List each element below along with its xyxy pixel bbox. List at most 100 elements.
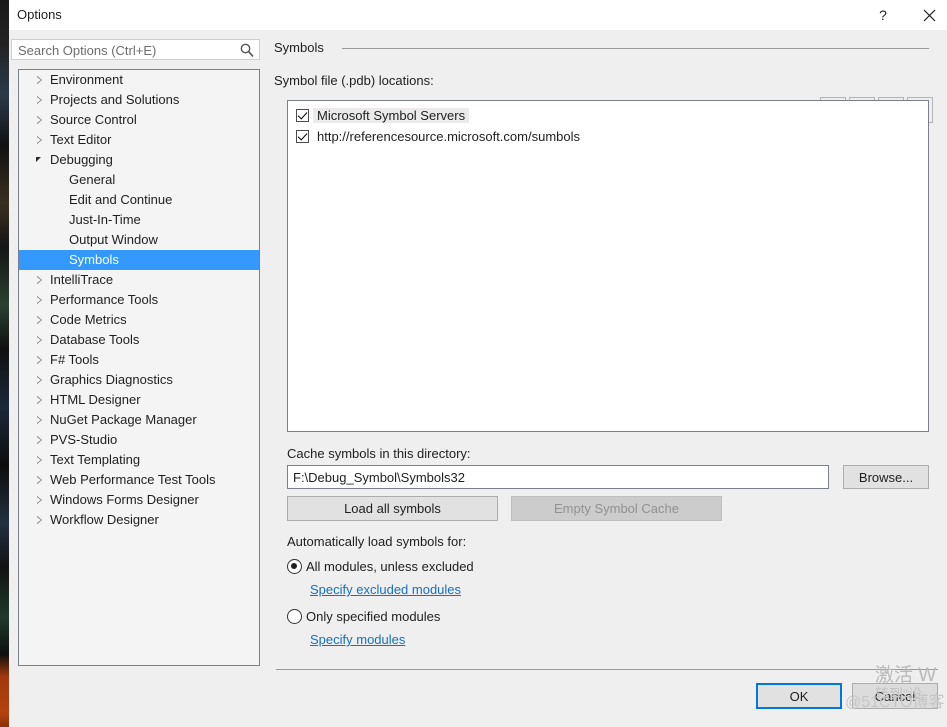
sidebar-item-label: IntelliTrace bbox=[50, 272, 114, 287]
sidebar-item-label: Just-In-Time bbox=[69, 212, 141, 227]
pdb-locations-label: Symbol file (.pdb) locations: bbox=[274, 73, 434, 88]
sidebar-item-label: Output Window bbox=[69, 232, 158, 247]
sidebar-item-label: Performance Tools bbox=[50, 292, 159, 307]
browse-button[interactable]: Browse... bbox=[843, 465, 929, 489]
sidebar-item-label: Web Performance Test Tools bbox=[50, 472, 216, 487]
sidebar-item-label: HTML Designer bbox=[50, 392, 141, 407]
chevron-right-icon[interactable] bbox=[37, 436, 42, 444]
checkbox-icon[interactable] bbox=[296, 109, 309, 122]
autoload-label: Automatically load symbols for: bbox=[287, 534, 467, 549]
sidebar-item-label: Edit and Continue bbox=[69, 192, 173, 207]
checkbox-icon[interactable] bbox=[296, 130, 309, 143]
sidebar-item-source-control[interactable]: Source Control bbox=[19, 110, 259, 130]
sidebar-item-pvs-studio[interactable]: PVS-Studio bbox=[19, 430, 259, 450]
sidebar-item-performance-tools[interactable]: Performance Tools bbox=[19, 290, 259, 310]
sidebar-item-output-window[interactable]: Output Window bbox=[19, 230, 259, 250]
sidebar-item-label: Code Metrics bbox=[50, 312, 127, 327]
specify-modules-link[interactable]: Specify modules bbox=[310, 632, 405, 647]
chevron-right-icon[interactable] bbox=[37, 476, 42, 484]
close-button[interactable] bbox=[906, 0, 947, 30]
specify-excluded-modules-link[interactable]: Specify excluded modules bbox=[310, 582, 461, 597]
sidebar-item-label: Environment bbox=[50, 72, 123, 87]
chevron-right-icon[interactable] bbox=[37, 96, 42, 104]
sidebar-item-text-templating[interactable]: Text Templating bbox=[19, 450, 259, 470]
sidebar-item-label: Text Editor bbox=[50, 132, 112, 147]
page-header: Symbols bbox=[274, 40, 929, 55]
cancel-button[interactable]: Cancel bbox=[852, 683, 938, 709]
search-icon bbox=[240, 43, 254, 57]
sidebar-item-label: Windows Forms Designer bbox=[50, 492, 199, 507]
window-title: Options bbox=[17, 7, 62, 22]
radio-only-specified-label: Only specified modules bbox=[306, 609, 441, 624]
chevron-right-icon[interactable] bbox=[37, 316, 42, 324]
load-all-symbols-button[interactable]: Load all symbols bbox=[287, 496, 498, 521]
sidebar-item-label: General bbox=[69, 172, 116, 187]
chevron-right-icon[interactable] bbox=[37, 356, 42, 364]
chevron-right-icon[interactable] bbox=[37, 496, 42, 504]
symbol-locations-list[interactable]: Microsoft Symbol Servers http://reference… bbox=[287, 100, 929, 432]
radio-only-specified-modules[interactable]: Only specified modules bbox=[287, 609, 440, 624]
sidebar-item-edit-and-continue[interactable]: Edit and Continue bbox=[19, 190, 259, 210]
sidebar-item-general[interactable]: General bbox=[19, 170, 259, 190]
chevron-right-icon[interactable] bbox=[37, 296, 42, 304]
sidebar-item-debugging[interactable]: Debugging bbox=[19, 150, 259, 170]
sidebar-item-code-metrics[interactable]: Code Metrics bbox=[19, 310, 259, 330]
list-item[interactable]: http://referencesource.microsoft.com/sum… bbox=[288, 126, 928, 147]
chevron-right-icon[interactable] bbox=[37, 456, 42, 464]
list-item-label: http://referencesource.microsoft.com/sum… bbox=[317, 129, 580, 144]
chevron-right-icon[interactable] bbox=[37, 136, 42, 144]
sidebar-item-environment[interactable]: Environment bbox=[19, 70, 259, 90]
list-item[interactable]: Microsoft Symbol Servers bbox=[288, 105, 928, 126]
sidebar-item-projects-and-solutions[interactable]: Projects and Solutions bbox=[19, 90, 259, 110]
sidebar-item-text-editor[interactable]: Text Editor bbox=[19, 130, 259, 150]
sidebar-item-label: Graphics Diagnostics bbox=[50, 372, 173, 387]
sidebar-item-label: Projects and Solutions bbox=[50, 92, 180, 107]
radio-all-modules[interactable]: All modules, unless excluded bbox=[287, 559, 474, 574]
sidebar-item-nuget-package-manager[interactable]: NuGet Package Manager bbox=[19, 410, 259, 430]
chevron-right-icon[interactable] bbox=[37, 76, 42, 84]
sidebar-item-symbols[interactable]: Symbols bbox=[19, 250, 259, 270]
sidebar-item-web-performance-test-tools[interactable]: Web Performance Test Tools bbox=[19, 470, 259, 490]
sidebar-item-label: Source Control bbox=[50, 112, 137, 127]
cache-directory-label: Cache symbols in this directory: bbox=[287, 446, 471, 461]
sidebar-item-html-designer[interactable]: HTML Designer bbox=[19, 390, 259, 410]
sidebar-item-label: Workflow Designer bbox=[50, 512, 159, 527]
sidebar-item-label: F# Tools bbox=[50, 352, 99, 367]
chevron-right-icon[interactable] bbox=[37, 276, 42, 284]
sidebar-item-label: NuGet Package Manager bbox=[50, 412, 197, 427]
chevron-right-icon[interactable] bbox=[37, 336, 42, 344]
chevron-right-icon[interactable] bbox=[37, 516, 42, 524]
sidebar-item-label: Database Tools bbox=[50, 332, 140, 347]
chevron-right-icon[interactable] bbox=[37, 116, 42, 124]
sidebar-item-database-tools[interactable]: Database Tools bbox=[19, 330, 259, 350]
search-input[interactable] bbox=[18, 42, 223, 58]
question-mark-icon: ? bbox=[879, 7, 887, 23]
options-dialog: Options ? Environment Projects and Soluti… bbox=[9, 0, 947, 727]
sidebar-item-windows-forms-designer[interactable]: Windows Forms Designer bbox=[19, 490, 259, 510]
desktop-background-strip bbox=[0, 0, 9, 727]
sidebar-item-label: Symbols bbox=[69, 252, 119, 267]
footer-divider bbox=[276, 669, 938, 670]
sidebar-item-just-in-time[interactable]: Just-In-Time bbox=[19, 210, 259, 230]
radio-all-modules-label: All modules, unless excluded bbox=[306, 559, 474, 574]
radio-all-modules-indicator bbox=[287, 559, 302, 574]
search-box[interactable] bbox=[11, 39, 260, 60]
title-bar: Options ? bbox=[9, 0, 947, 30]
list-item-label: Microsoft Symbol Servers bbox=[313, 108, 470, 123]
chevron-right-icon[interactable] bbox=[37, 416, 42, 424]
sidebar-item-label: Text Templating bbox=[50, 452, 141, 467]
ok-button[interactable]: OK bbox=[756, 683, 842, 709]
options-category-tree[interactable]: Environment Projects and Solutions Source … bbox=[18, 69, 260, 666]
sidebar-item-graphics-diagnostics[interactable]: Graphics Diagnostics bbox=[19, 370, 259, 390]
sidebar-item-f-tools[interactable]: F# Tools bbox=[19, 350, 259, 370]
chevron-right-icon[interactable] bbox=[37, 376, 42, 384]
sidebar-item-workflow-designer[interactable]: Workflow Designer bbox=[19, 510, 259, 530]
header-divider bbox=[341, 48, 929, 49]
chevron-down-icon[interactable] bbox=[36, 157, 41, 162]
help-button[interactable]: ? bbox=[860, 0, 906, 30]
sidebar-item-intellitrace[interactable]: IntelliTrace bbox=[19, 270, 259, 290]
chevron-right-icon[interactable] bbox=[37, 396, 42, 404]
empty-symbol-cache-button: Empty Symbol Cache bbox=[511, 496, 722, 521]
cache-directory-input[interactable] bbox=[287, 465, 829, 489]
sidebar-item-label: Debugging bbox=[50, 152, 113, 167]
